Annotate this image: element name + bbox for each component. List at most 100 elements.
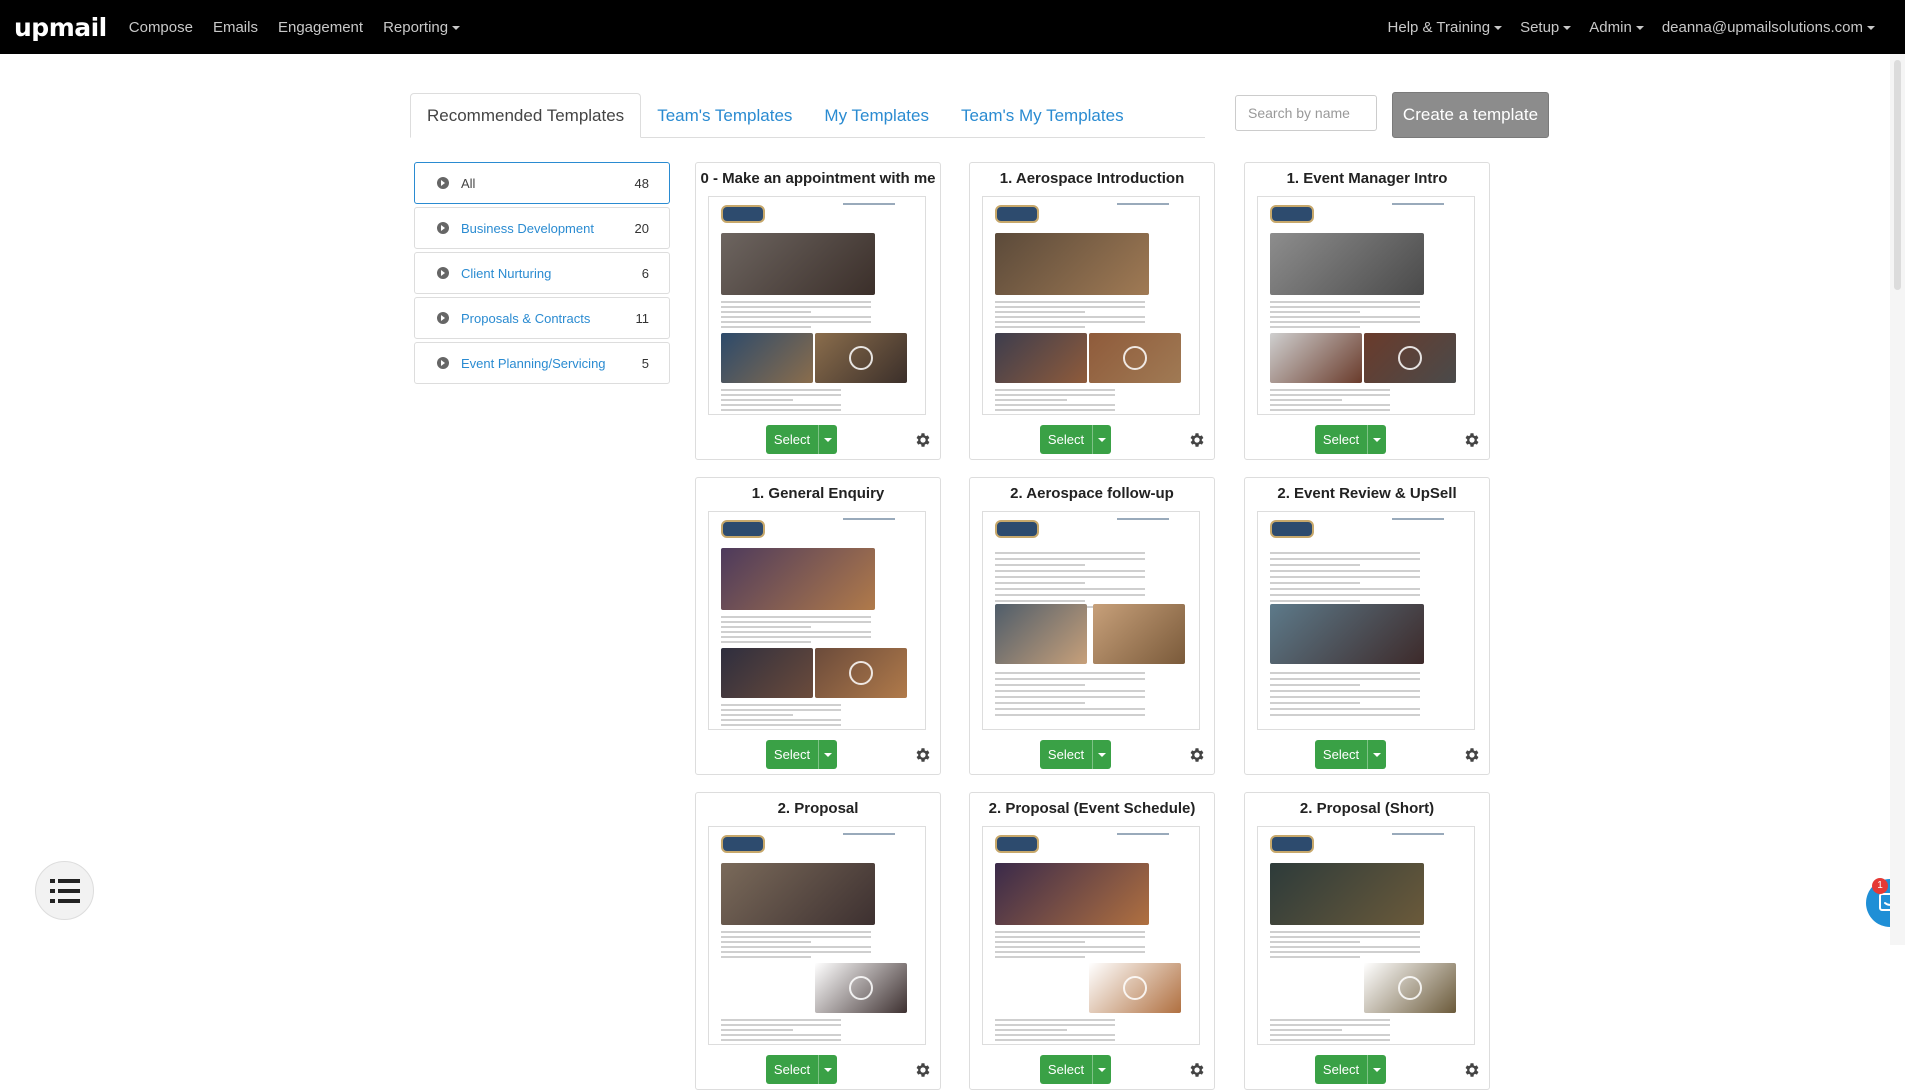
upmail-logo[interactable]: upmail	[14, 13, 107, 42]
thumbnail-text-line	[721, 636, 871, 638]
nav-engagement[interactable]: Engagement	[278, 19, 363, 36]
gear-icon[interactable]	[1188, 431, 1206, 449]
select-template-button[interactable]: Select	[1315, 1055, 1386, 1084]
template-preview-thumbnail[interactable]	[708, 511, 926, 730]
thumbnail-text-line	[721, 1029, 793, 1031]
select-template-button[interactable]: Select	[1040, 425, 1111, 454]
nav-user-account-dropdown[interactable]: deanna@upmailsolutions.com	[1662, 19, 1875, 36]
select-template-button[interactable]: Select	[1040, 740, 1111, 769]
nav-emails[interactable]: Emails	[213, 19, 258, 36]
thumbnail-image	[1270, 604, 1424, 664]
caret-down-icon[interactable]	[1373, 752, 1381, 757]
gear-icon[interactable]	[914, 1061, 932, 1079]
thumbnail-image	[1270, 333, 1362, 383]
gear-icon[interactable]	[914, 746, 932, 764]
template-card: 2. Proposal Select	[695, 792, 941, 1090]
template-preview-thumbnail[interactable]	[982, 826, 1200, 1045]
tab-my-templates[interactable]: My Templates	[808, 94, 945, 137]
thumbnail-text-line	[721, 316, 871, 318]
scrollbar-thumb[interactable]	[1894, 60, 1901, 290]
select-template-button[interactable]: Select	[1315, 425, 1386, 454]
caret-down-icon[interactable]	[824, 752, 832, 757]
nav-reporting-dropdown[interactable]: Reporting	[383, 19, 461, 36]
category-proposals-contracts[interactable]: Proposals & Contracts 11	[414, 297, 670, 339]
template-preview-thumbnail[interactable]	[982, 196, 1200, 415]
template-title: 2. Proposal (Short)	[1299, 800, 1435, 817]
caret-down-icon	[1494, 25, 1503, 30]
template-card: 2. Proposal (Event Schedule) Select	[969, 792, 1215, 1090]
select-template-button[interactable]: Select	[1040, 1055, 1111, 1084]
tab-teams-my-templates[interactable]: Team's My Templates	[945, 94, 1140, 137]
category-business-development[interactable]: Business Development 20	[414, 207, 670, 249]
thumbnail-text-line	[1270, 1019, 1390, 1021]
card-actions: Select	[1245, 740, 1489, 770]
play-icon	[1123, 346, 1147, 370]
select-label: Select	[773, 747, 811, 762]
thumbnail-text-line	[721, 724, 841, 726]
template-preview-thumbnail[interactable]	[1257, 826, 1475, 1045]
search-by-name-input[interactable]	[1235, 95, 1377, 131]
template-preview-thumbnail[interactable]	[708, 196, 926, 415]
thumbnail-text-line	[1270, 946, 1420, 948]
thumbnail-text-line	[995, 708, 1145, 710]
category-event-planning-servicing[interactable]: Event Planning/Servicing 5	[414, 342, 670, 384]
thumbnail-menu-line	[1392, 833, 1444, 835]
nav-admin-dropdown[interactable]: Admin	[1589, 19, 1644, 36]
play-icon	[849, 976, 873, 1000]
template-preview-thumbnail[interactable]	[708, 826, 926, 1045]
nav-help-training-dropdown[interactable]: Help & Training	[1388, 19, 1503, 36]
gear-icon[interactable]	[1463, 431, 1481, 449]
nav-setup-dropdown[interactable]: Setup	[1520, 19, 1572, 36]
caret-down-icon[interactable]	[1373, 1067, 1381, 1072]
gear-icon[interactable]	[1188, 746, 1206, 764]
tab-teams-templates[interactable]: Team's Templates	[641, 94, 808, 137]
caret-down-icon[interactable]	[824, 1067, 832, 1072]
template-preview-thumbnail[interactable]	[982, 511, 1200, 730]
thumbnail-text-line	[1270, 570, 1420, 572]
thumbnail-text-line	[995, 1019, 1115, 1021]
caret-down-icon[interactable]	[1373, 437, 1381, 442]
caret-down-icon[interactable]	[1098, 1067, 1106, 1072]
caret-down-icon[interactable]	[1098, 752, 1106, 757]
thumbnail-text-line	[721, 301, 871, 303]
template-card: 2. Aerospace follow-up Select	[969, 477, 1215, 775]
thumbnail-text-line	[1270, 311, 1360, 313]
play-icon	[849, 346, 873, 370]
thumbnail-text-line	[1270, 690, 1420, 692]
select-template-button[interactable]: Select	[766, 740, 837, 769]
thumbnail-text-line	[721, 946, 871, 948]
thumbnail-text-line	[995, 1029, 1067, 1031]
create-template-button[interactable]: Create a template	[1392, 92, 1549, 138]
thumbnail-text-line	[1270, 389, 1390, 391]
thumbnail-text-line	[1270, 684, 1360, 686]
thumbnail-text-line	[995, 394, 1115, 396]
category-count: 5	[641, 355, 649, 371]
select-template-button[interactable]: Select	[766, 425, 837, 454]
gear-icon[interactable]	[1188, 1061, 1206, 1079]
caret-down-icon[interactable]	[824, 437, 832, 442]
hotel-logo-thumbnail	[721, 835, 765, 853]
template-preview-thumbnail[interactable]	[1257, 196, 1475, 415]
top-navbar: upmail Compose Emails Engagement Reporti…	[0, 0, 1905, 54]
select-divider	[818, 425, 819, 454]
list-menu-button[interactable]	[35, 861, 94, 920]
tab-recommended-templates[interactable]: Recommended Templates	[410, 93, 642, 138]
caret-down-icon	[1635, 25, 1644, 30]
select-template-button[interactable]: Select	[1315, 740, 1386, 769]
caret-down-icon	[452, 25, 461, 30]
select-template-button[interactable]: Select	[766, 1055, 837, 1084]
caret-down-icon[interactable]	[1098, 437, 1106, 442]
nav-compose[interactable]: Compose	[129, 19, 193, 36]
category-count: 48	[634, 175, 649, 191]
card-actions: Select	[696, 740, 940, 770]
thumbnail-text-line	[721, 414, 793, 415]
card-actions: Select	[970, 740, 1214, 770]
gear-icon[interactable]	[1463, 1061, 1481, 1079]
gear-icon[interactable]	[1463, 746, 1481, 764]
template-preview-thumbnail[interactable]	[1257, 511, 1475, 730]
thumbnail-text-line	[995, 936, 1145, 938]
gear-icon[interactable]	[914, 431, 932, 449]
category-client-nurturing[interactable]: Client Nurturing 6	[414, 252, 670, 294]
nav-user-email: deanna@upmailsolutions.com	[1661, 18, 1863, 36]
category-all[interactable]: All 48	[414, 162, 670, 204]
